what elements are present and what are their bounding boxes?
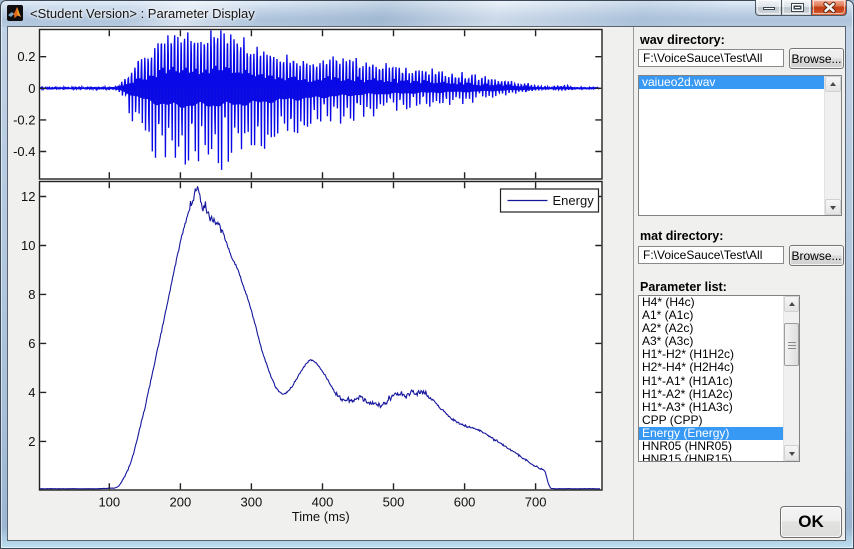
svg-text:-0.4: -0.4 [13,144,35,159]
svg-text:600: 600 [454,495,476,510]
svg-text:12: 12 [21,189,35,204]
svg-text:2: 2 [28,434,35,449]
svg-text:300: 300 [241,495,263,510]
svg-text:0: 0 [28,81,35,96]
svg-text:10: 10 [21,238,35,253]
svg-text:400: 400 [312,495,334,510]
svg-text:8: 8 [28,287,35,302]
svg-text:500: 500 [383,495,405,510]
svg-text:-0.2: -0.2 [13,112,35,127]
svg-text:4: 4 [28,385,35,400]
svg-text:0.2: 0.2 [17,49,35,64]
svg-text:200: 200 [170,495,192,510]
svg-text:700: 700 [525,495,547,510]
svg-text:Energy: Energy [553,193,595,208]
svg-text:6: 6 [28,336,35,351]
svg-text:Time (ms): Time (ms) [292,509,350,524]
svg-text:100: 100 [98,495,120,510]
